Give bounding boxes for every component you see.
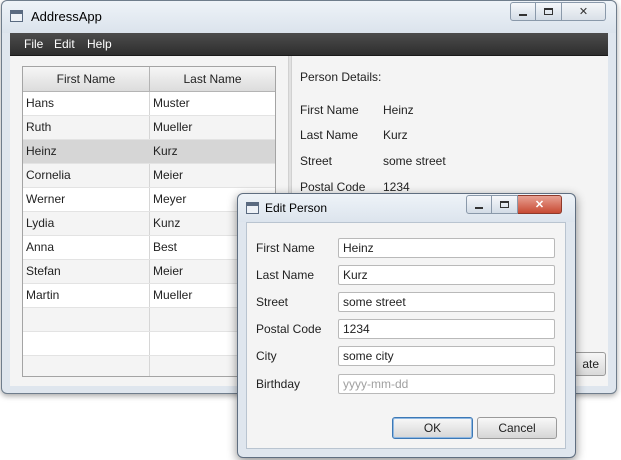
edit-person-dialog: Edit Person ✕ First Name Last Name Stree… — [237, 193, 576, 458]
cell-first-name: Lydia — [23, 212, 150, 235]
cell-first-name: Werner — [23, 188, 150, 211]
cell-first-name: Cornelia — [23, 164, 150, 187]
menu-bar: File Edit Help — [10, 33, 608, 56]
first-name-field[interactable] — [338, 238, 555, 258]
cell-first-name: Ruth — [23, 116, 150, 139]
maximize-icon — [500, 201, 509, 208]
cell-first-name — [23, 308, 150, 331]
close-icon: ✕ — [578, 6, 589, 18]
column-header-first-name[interactable]: First Name — [23, 67, 150, 91]
window-title: AddressApp — [31, 9, 102, 24]
dialog-close-button[interactable]: ✕ — [518, 195, 562, 214]
menu-help[interactable]: Help — [87, 37, 112, 51]
close-button[interactable]: ✕ — [562, 2, 606, 21]
cell-first-name: Martin — [23, 284, 150, 307]
table-row[interactable]: Heinz Kurz — [23, 140, 275, 164]
detail-label-last-name: Last Name — [300, 128, 359, 142]
cell-last-name: Mueller — [153, 120, 193, 134]
minimize-icon — [519, 13, 527, 16]
cell-last-name: Meier — [153, 168, 184, 182]
last-name-field[interactable] — [338, 265, 555, 285]
detail-value-street: some street — [383, 154, 446, 168]
cell-first-name: Stefan — [23, 260, 150, 283]
cell-first-name: Anna — [23, 236, 150, 259]
cancel-button[interactable]: Cancel — [477, 417, 557, 439]
dialog-maximize-button[interactable] — [492, 195, 518, 214]
birthday-field[interactable] — [338, 374, 555, 394]
cell-first-name: Hans — [23, 92, 150, 115]
column-header-last-name[interactable]: Last Name — [150, 67, 275, 91]
table-row[interactable]: Cornelia Meier — [23, 164, 275, 188]
field-label-first-name: First Name — [256, 241, 315, 255]
menu-file[interactable]: File — [24, 37, 43, 51]
details-heading: Person Details: — [300, 70, 382, 84]
window-controls: ✕ — [510, 2, 606, 21]
menu-edit[interactable]: Edit — [54, 37, 75, 51]
city-field[interactable] — [338, 346, 555, 366]
dialog-window-controls: ✕ — [466, 195, 562, 214]
field-label-postal-code: Postal Code — [256, 322, 322, 336]
close-icon: ✕ — [534, 199, 545, 211]
cell-last-name: Muster — [153, 96, 190, 110]
detail-label-postal-code: Postal Code — [300, 180, 366, 194]
main-titlebar[interactable]: AddressApp ✕ — [2, 1, 616, 33]
detail-value-postal-code: 1234 — [383, 180, 410, 194]
detail-label-first-name: First Name — [300, 103, 359, 117]
cell-first-name — [23, 356, 150, 376]
cell-first-name — [23, 332, 150, 355]
field-label-city: City — [256, 349, 277, 363]
table-row[interactable]: Hans Muster — [23, 92, 275, 116]
field-label-birthday: Birthday — [256, 377, 301, 391]
app-window-icon — [10, 10, 23, 22]
detail-label-street: Street — [300, 154, 333, 168]
partial-button-label: ate — [582, 357, 599, 371]
postal-code-field[interactable] — [338, 319, 555, 339]
street-field[interactable] — [338, 292, 555, 312]
cell-last-name: Kurz — [153, 144, 178, 158]
field-label-last-name: Last Name — [256, 268, 315, 282]
dialog-titlebar[interactable]: Edit Person ✕ — [238, 194, 575, 222]
maximize-icon — [544, 8, 553, 15]
cell-first-name: Heinz — [23, 140, 150, 163]
maximize-button[interactable] — [536, 2, 562, 21]
detail-value-first-name: Heinz — [383, 103, 414, 117]
dialog-form: First Name Last Name Street Postal Code … — [246, 222, 566, 449]
ok-button[interactable]: OK — [392, 417, 473, 439]
app-window-icon — [246, 202, 259, 214]
table-header: First Name Last Name — [23, 67, 275, 92]
table-row[interactable]: Ruth Mueller — [23, 116, 275, 140]
dialog-minimize-button[interactable] — [466, 195, 492, 214]
minimize-button[interactable] — [510, 2, 536, 21]
dialog-title: Edit Person — [265, 201, 328, 215]
detail-value-last-name: Kurz — [383, 128, 408, 142]
field-label-street: Street — [256, 295, 289, 309]
minimize-icon — [475, 206, 483, 209]
